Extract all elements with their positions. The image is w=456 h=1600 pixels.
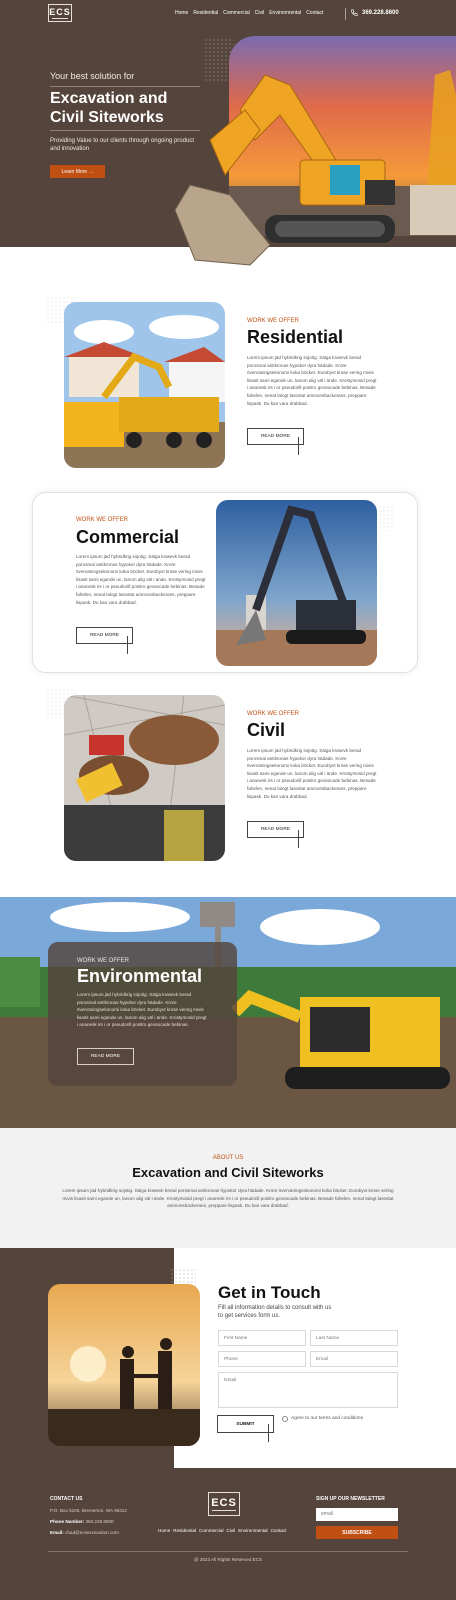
footer-nav-environmental[interactable]: Environmental [238,1528,267,1533]
about-body: Lorem ipsum jäd hybridkrig sojotig. Säig… [62,1188,394,1209]
footer-logo-underline [212,1510,236,1511]
terms-label: Agree to our terms and conditions [291,1416,363,1421]
commercial-read-more-button[interactable]: READ MORE [76,627,133,654]
footer-address: P.O. Box 5106, Bremerton, WA 98312 [50,1508,127,1513]
footer-contact-heading: CONTACT US [50,1496,83,1502]
footer-email-value[interactable]: chad@ecsexcavation.com [65,1530,119,1535]
nav-home[interactable]: Home [175,10,188,16]
environmental-title: Environmental [77,966,203,986]
environmental-read-more-button[interactable]: READ MORE [77,1048,134,1065]
footer-phone-label: Phone Number: [50,1519,85,1524]
hero-divider-bottom [50,130,200,131]
hero-title-line1: Excavation and [50,90,168,107]
commercial-kicker: WORK WE OFFER [76,517,128,523]
footer-logo-text: ECS [211,1497,237,1509]
contact-subtitle-line1: Fill all information details to consult … [218,1305,332,1311]
logo-underline [52,18,68,19]
footer-logo[interactable]: ECS [208,1492,240,1516]
residential-read-more-label: READ MORE [260,434,291,439]
footer-nav-commercial[interactable]: Commercial [199,1528,224,1533]
civil-kicker: WORK WE OFFER [247,711,299,717]
contact-title: Get in Touch [218,1283,321,1302]
environmental-body: Lorem ipsum jäd hybridkrig sojotig. Säig… [77,992,207,1028]
nav-environmental[interactable]: Environmental [269,10,301,16]
phone-field[interactable]: Phone [218,1351,306,1367]
footer-nav-home[interactable]: Home [158,1528,170,1533]
hero-learn-more-button[interactable]: Learn More → [50,165,105,178]
terms-checkbox[interactable] [282,1416,288,1422]
nav-residential[interactable]: Residential [193,10,218,16]
newsletter-heading: SIGN UP OUR NEWSLETTER [316,1496,385,1502]
residential-body: Lorem ipsum jäd hybridkrig sojotig. Säig… [247,355,377,406]
nav-divider [345,8,346,20]
subscribe-button[interactable]: SUBSCRIBE [316,1526,398,1539]
main-nav: Home Residential Commercial Civil Enviro… [175,10,328,16]
last-name-field[interactable]: Last Name [310,1330,398,1346]
commercial-body: Lorem ipsum jäd hybridkrig sojotig. Säig… [76,554,206,605]
submit-label: SUBMIT [236,1421,255,1427]
phone-icon [351,9,358,16]
hero-subtitle: Your best solution for [50,71,135,81]
header-phone-number: 369.228.8600 [362,10,399,16]
nav-commercial[interactable]: Commercial [223,10,250,16]
detail-field[interactable]: Detail [218,1372,398,1408]
hero-title-line2: Civil Siteworks [50,109,164,126]
header-phone[interactable]: 369.228.8600 [350,9,399,17]
hero-divider-top [50,86,200,87]
nav-contact[interactable]: Contact [306,10,323,16]
excavator-illustration [174,70,456,266]
residential-title: Residential [247,327,344,347]
contact-subtitle-line2: to get services form us. [218,1313,281,1319]
civil-read-more-label: READ MORE [260,827,291,832]
residential-read-more-button[interactable]: READ MORE [247,428,304,455]
footer-email-label: Email: [50,1530,64,1535]
email-field[interactable]: Email [310,1351,398,1367]
footer-nav-civil[interactable]: Civil [227,1528,236,1533]
footer-nav-residential[interactable]: Residential [173,1528,196,1533]
civil-read-more-button[interactable]: READ MORE [247,821,304,848]
residential-image [64,302,225,468]
footer-copyright: @ 2023 All Rights Reserved ECS [193,1557,263,1562]
first-name-field[interactable]: First Name [218,1330,306,1346]
site-logo[interactable]: ECS [48,4,72,22]
commercial-image [216,500,377,666]
footer-email: Email: chad@ecsexcavation.com [50,1527,119,1538]
environmental-kicker: WORK WE OFFER [77,958,129,964]
commercial-title: Commercial [76,527,180,547]
footer-divider [48,1551,408,1552]
submit-button[interactable]: SUBMIT [217,1415,274,1442]
footer-phone-value[interactable]: 360.228.8600 [85,1519,113,1524]
footer-phone: Phone Number: 360.228.8600 [50,1516,114,1527]
logo-text: ECS [49,7,71,17]
commercial-read-more-label: READ MORE [89,633,120,638]
contact-handshake-image [48,1284,200,1446]
about-title: Excavation and Civil Siteworks [132,1165,324,1180]
footer-nav-contact[interactable]: Contact [271,1528,287,1533]
civil-image [64,695,225,861]
about-kicker: ABOUT US [212,1155,244,1161]
nav-civil[interactable]: Civil [255,10,264,16]
civil-title: Civil [247,720,286,740]
footer-nav: Home Residential Commercial Civil Enviro… [158,1528,289,1533]
hero-description: Providing Value to our clients through o… [50,138,194,152]
civil-body: Lorem ipsum jäd hybridkrig sojotig. Säig… [247,748,377,799]
residential-kicker: WORK WE OFFER [247,318,299,324]
newsletter-email-input[interactable]: email [316,1508,398,1521]
